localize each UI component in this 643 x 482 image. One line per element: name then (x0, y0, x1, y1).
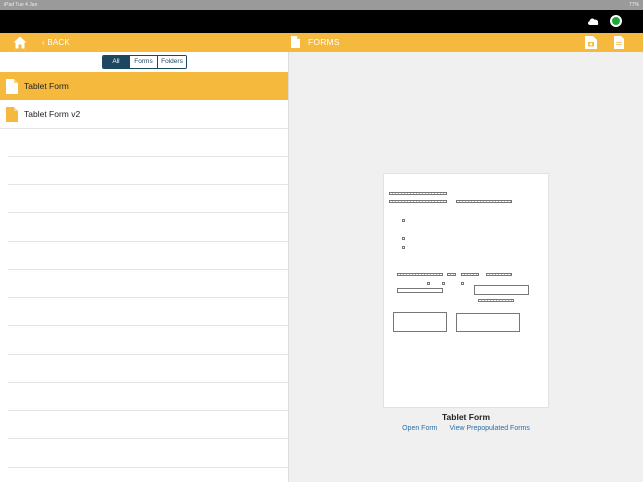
open-form-link[interactable]: Open Form (402, 425, 437, 432)
file-icon (6, 107, 18, 123)
empty-row (8, 185, 288, 214)
document-icon (291, 36, 300, 48)
segment-forms[interactable]: Forms (130, 56, 158, 68)
new-document-icon[interactable] (614, 36, 624, 49)
empty-row (8, 411, 288, 440)
list-item-label: Tablet Form (24, 81, 69, 91)
back-button[interactable]: ‹ BACK (42, 37, 70, 48)
empty-row (8, 326, 288, 355)
forms-list-pane: All Forms Folders Tablet Form Tablet For… (0, 52, 289, 482)
status-left: iPad Tue 4 Jan (4, 2, 38, 8)
empty-row (8, 439, 288, 468)
view-prepopulated-forms-link[interactable]: View Prepopulated Forms (449, 425, 529, 432)
file-icon (6, 79, 18, 94)
chevron-left-icon: ‹ (42, 38, 45, 47)
empty-row (8, 129, 288, 157)
battery-level: 77% (628, 2, 639, 8)
list-item-label: Tablet Form v2 (24, 109, 81, 120)
preview-actions: Open Form View Prepopulated Forms (289, 425, 643, 432)
status-bar: iPad Tue 4 Jan 77% (0, 0, 643, 10)
form-thumbnail[interactable] (383, 173, 549, 408)
preview-form-title: Tablet Form (441, 412, 490, 422)
segment-folders[interactable]: Folders (158, 56, 186, 68)
cloud-icon[interactable] (587, 17, 599, 25)
empty-row (8, 213, 288, 242)
empty-row (8, 270, 288, 298)
top-bar (0, 10, 643, 33)
camera-document-icon[interactable] (585, 36, 597, 49)
empty-row (8, 383, 288, 411)
form-preview-pane: Tablet Form Open Form View Prepopulated … (289, 52, 643, 482)
empty-row (8, 157, 288, 185)
segment-all[interactable]: All (103, 56, 130, 68)
nav-bar: ‹ BACK FORMS (0, 33, 643, 52)
empty-row (8, 355, 288, 383)
filter-segmented-control: All Forms Folders (102, 55, 187, 69)
forms-list: Tablet Form Tablet Form v2 (0, 72, 288, 468)
home-icon[interactable] (13, 36, 27, 49)
back-label: BACK (47, 38, 70, 47)
sync-status-icon[interactable] (610, 15, 622, 27)
list-item[interactable]: Tablet Form v2 (0, 100, 288, 129)
empty-row (8, 242, 288, 270)
page-title: FORMS (308, 37, 340, 47)
list-item[interactable]: Tablet Form (0, 72, 288, 101)
empty-row (8, 298, 288, 327)
